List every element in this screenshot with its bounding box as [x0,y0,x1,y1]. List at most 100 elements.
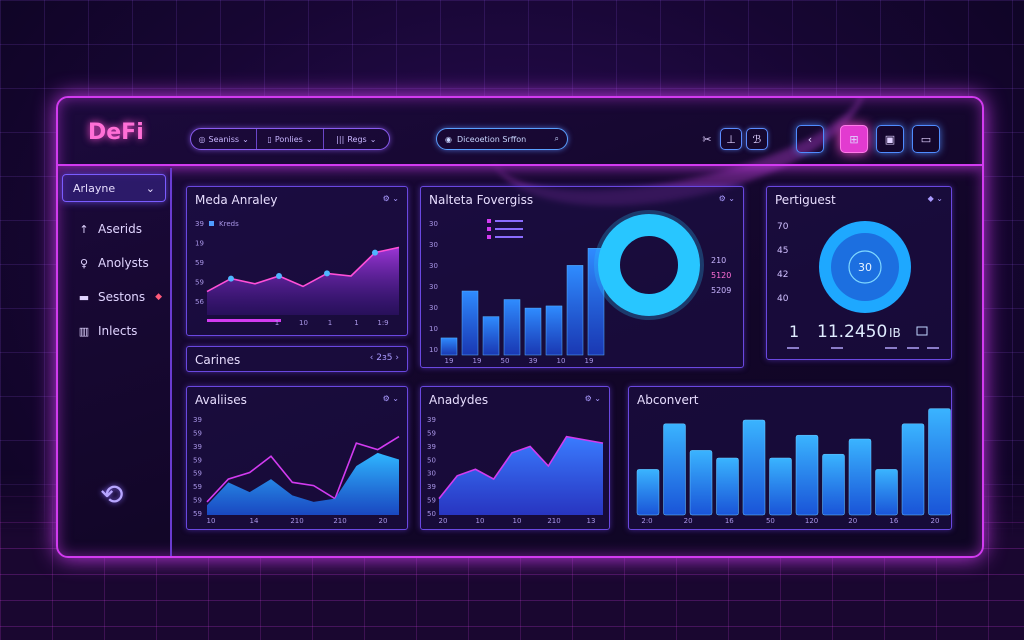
arrow-up-icon: ↑ [79,222,89,236]
document-icon[interactable]: ▣ [876,125,904,153]
sidebar-header-select[interactable]: Arlayne ⌄ [62,174,166,202]
layers-icon[interactable]: ℬ [746,128,768,150]
x-tick-label: 10 [513,517,522,525]
number-suffix: IB [889,326,901,340]
y-tick-label: 39 [195,220,204,228]
x-tick-label: 20 [439,517,448,525]
big-number: 11.2450 [817,322,887,342]
pill-regs[interactable]: ||| Regs ⌄ [324,129,389,149]
pointer-icon[interactable]: ⊥ [720,128,742,150]
sidebar-item-anolysts[interactable]: ♀ Anolysts [78,256,149,270]
x-tick-label: 2:0 [641,517,652,525]
gauge-chart: 70 45 42 40 30 1 11.2450 IB [777,221,939,349]
y-tick-label: 59 [193,429,202,437]
bar [545,305,563,356]
pill-ponlies[interactable]: ▯ Ponlies ⌄ [257,129,324,149]
x-tick-label: 10 [557,357,566,365]
x-tick-label: 50 [766,517,775,525]
x-tick-label: 1:9 [377,319,388,327]
x-tick-label: 50 [501,357,510,365]
data-point [228,275,234,282]
x-tick-label: 16 [889,517,898,525]
y-tick-label: 39 [427,416,436,424]
y-tick-label: 30 [429,241,438,249]
chevron-left-icon: ‹ [369,353,374,363]
y-tick-label: 59 [195,279,204,287]
page-icon: ▯ [267,134,272,144]
x-tick-label: 210 [290,517,303,525]
sidebar-item-label: Aserids [98,222,142,236]
y-tick-label: 50 [427,510,436,518]
back-icon[interactable]: ‹ [796,125,824,153]
y-tick-label: 59 [427,429,436,437]
bar [461,290,479,356]
chart-icon[interactable]: ⊞ [840,125,868,153]
pill-label: Seaniss [208,134,240,144]
x-tick-label: 19 [585,357,594,365]
x-tick-label: 14 [250,517,259,525]
x-tick-label: 19 [445,357,454,365]
bar [524,307,542,356]
bar [928,408,951,516]
donut-label: 5120 [711,271,731,280]
bar [716,457,739,516]
panel-markets: Nalteta Fovergiss ⚙ ⌄ 30 30 30 30 30 10 10 19 19… [420,186,744,368]
bar [769,457,792,516]
bar [482,316,500,356]
sidebar: Arlayne ⌄ ↑ Aserids ♀ Anolysts ▬ Sestons… [58,168,172,556]
sidebar-item-inlects[interactable]: ▥ Inlects [78,324,138,338]
search-bar[interactable]: ◉ Diceoetion Srffon ⌕ [436,128,568,150]
x-tick-label: 120 [805,517,818,525]
y-tick-label: 39 [427,443,436,451]
y-tick-label: 10 [429,346,438,354]
bars-icon: ||| [336,134,345,144]
panel-candles: Carines ‹ 2ɜ5 › [186,346,408,372]
x-tick-label: 13 [587,517,596,525]
globe-icon: ◉ [445,134,452,144]
chevron-down-icon: ⌄ [145,181,155,195]
y-tick-label: 50 [427,456,436,464]
x-tick-label: 210 [333,517,346,525]
y-tick-label: 30 [429,220,438,228]
bar [440,337,458,356]
panel-title: Carines [195,353,241,367]
x-tick-label: 20 [379,517,388,525]
x-tick-label: 10 [299,319,308,327]
y-tick-label: 59 [193,510,202,518]
search-placeholder: Diceoetion Srffon [456,134,527,144]
panel-media-analysis: Meda Anraley ⚙ ⌄ 39 19 59 59 56 Kreds 1 10 1 1 1:9 [186,186,408,336]
pill-label: Regs [347,134,367,144]
legend-swatch [487,227,491,231]
chevron-down-icon: ⌄ [369,134,377,144]
tools-icon[interactable]: ✂ [696,128,718,150]
donut-label: 5209 [711,286,731,295]
pill-seaniss[interactable]: ◎ Seaniss ⌄ [191,129,258,149]
footer-tick [907,347,919,349]
legend-label: Kreds [219,220,239,228]
donut-ring [598,214,700,316]
wallet-icon[interactable]: ▭ [912,125,940,153]
footer-tick [787,347,799,349]
y-tick-label: 59 [427,497,436,505]
y-tick-label: 30 [427,470,436,478]
search-icon: ⌕ [554,134,559,143]
sidebar-item-aserids[interactable]: ↑ Aserids [78,222,142,236]
notification-dot-icon: ◆ [155,292,163,302]
pin-icon: ♀ [79,256,89,270]
x-tick-label: 19 [473,357,482,365]
legend-line [495,228,523,230]
panel-analydes: Anadydes ⚙ ⌄ 39 59 39 50 30 39 59 50 20 10 10 210 13 [420,386,610,530]
footer-tick [885,347,897,349]
legend-swatch [487,235,491,239]
bar [795,434,819,516]
footer-tick [927,347,939,349]
legend-swatch [487,219,491,223]
x-tick-label: 20 [931,517,940,525]
candles-value[interactable]: ‹ 2ɜ5 › [370,353,399,363]
bar [901,423,925,516]
y-tick-label: 39 [193,416,202,424]
sidebar-item-sestons[interactable]: ▬ Sestons ◆ [78,290,162,304]
area-chart: 395939503039595020 10 10 210 13 [427,416,604,525]
legend-line [495,220,523,222]
bar [848,438,872,516]
